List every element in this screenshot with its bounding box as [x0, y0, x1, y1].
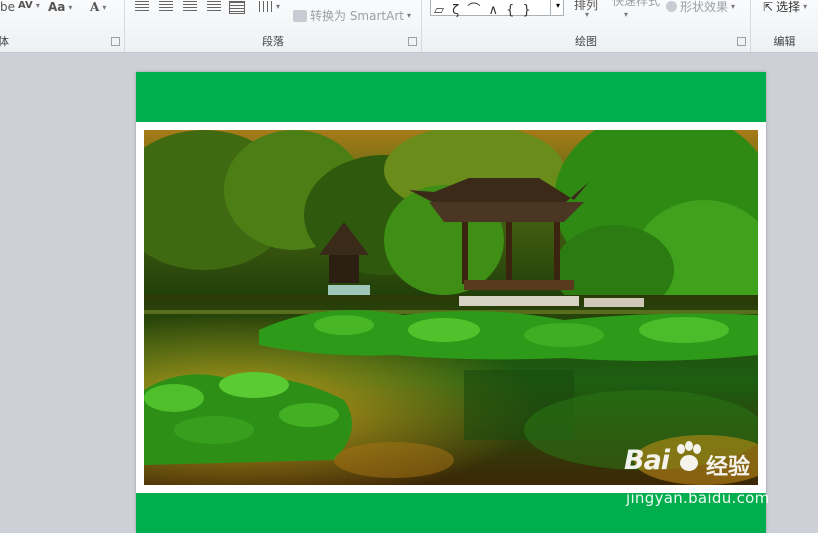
chevron-down-icon: ▾	[803, 2, 808, 11]
strikethrough-button[interactable]: be	[0, 0, 15, 14]
chevron-down-icon: ▾	[624, 10, 629, 19]
columns-icon	[259, 1, 273, 12]
change-case-icon: Aa	[48, 0, 66, 14]
convert-smartart-button[interactable]: 转换为 SmartArt ▾	[293, 7, 411, 24]
align-left-button[interactable]	[135, 1, 149, 12]
align-right-icon	[183, 1, 197, 12]
character-spacing-button[interactable]: AV ▾	[18, 0, 40, 11]
chevron-down-icon: ▾	[731, 2, 736, 11]
ribbon-group-label: 体	[0, 35, 9, 48]
quick-styles-label: 快速样式	[612, 0, 661, 8]
shape-effects-button[interactable]: 形状效果 ▾	[666, 0, 735, 15]
ribbon-group-font: be AV ▾ Aa ▾ A ▾ 体 x	[0, 0, 125, 52]
justify-icon	[207, 1, 221, 12]
smartart-icon	[293, 9, 307, 22]
align-left-icon	[135, 1, 149, 12]
chevron-down-icon: ▾	[406, 11, 411, 20]
align-center-icon	[159, 1, 173, 12]
ribbon-group-label: 段落	[262, 35, 284, 48]
shapes-gallery[interactable]: ▱ ζ ⌒ ∧ { }	[430, 0, 564, 18]
convert-smartart-label: 转换为 SmartArt	[310, 9, 404, 23]
align-right-button[interactable]	[183, 1, 197, 12]
distribute-icon	[229, 1, 245, 14]
shape-effects-icon	[666, 1, 677, 12]
justify-button[interactable]	[207, 1, 221, 12]
shape-effects-label: 形状效果	[680, 0, 729, 14]
chevron-down-icon: ▾	[585, 10, 590, 19]
slide-photo-pavilion-lake[interactable]	[144, 130, 758, 485]
font-color-button[interactable]: A ▾	[90, 0, 106, 14]
chevron-down-icon: ▾	[35, 1, 40, 10]
cursor-arrow-icon: ⇱	[763, 0, 774, 14]
chevron-down-icon: ▾	[68, 2, 73, 12]
dialog-launcher-icon[interactable]: x	[408, 37, 417, 46]
watermark-url: jingyan.baidu.com	[626, 489, 770, 507]
font-color-icon: A	[90, 0, 100, 14]
watermark-jingyan: 经验	[706, 455, 751, 480]
baidu-jingyan-watermark: Bai 经验 jingyan.baidu.com	[624, 441, 784, 515]
ribbon-group-paragraph: ▾ 转换为 SmartArt ▾ 段落 x	[125, 0, 422, 52]
ribbon-group-editing: ⇱ 选择 ▾ 编辑	[751, 0, 818, 52]
distribute-button[interactable]	[229, 1, 245, 14]
select-button[interactable]: ⇱ 选择 ▾	[763, 0, 807, 15]
dialog-launcher-icon[interactable]: x	[111, 37, 120, 46]
watermark-logo: Bai	[624, 445, 670, 476]
ribbon-group-label: 编辑	[773, 35, 796, 48]
select-label: 选择	[776, 0, 801, 14]
chevron-down-icon: ▾	[102, 2, 107, 12]
align-center-button[interactable]	[159, 1, 173, 12]
change-case-button[interactable]: Aa ▾	[48, 0, 72, 14]
slide-header-band	[136, 72, 766, 122]
dialog-launcher-icon[interactable]: x	[737, 37, 746, 46]
ribbon: be AV ▾ Aa ▾ A ▾ 体 x ▾ 转换为 SmartArt ▾	[0, 0, 818, 53]
character-spacing-icon: AV	[18, 0, 33, 11]
chevron-down-icon: ▾	[276, 2, 281, 11]
columns-button[interactable]: ▾	[259, 1, 280, 12]
shapes-gallery-more-icon[interactable]: ▾	[550, 0, 565, 16]
paw-icon	[677, 441, 701, 471]
ribbon-group-label: 绘图	[575, 35, 597, 48]
quick-styles-button[interactable]: 快速样式	[612, 0, 660, 9]
